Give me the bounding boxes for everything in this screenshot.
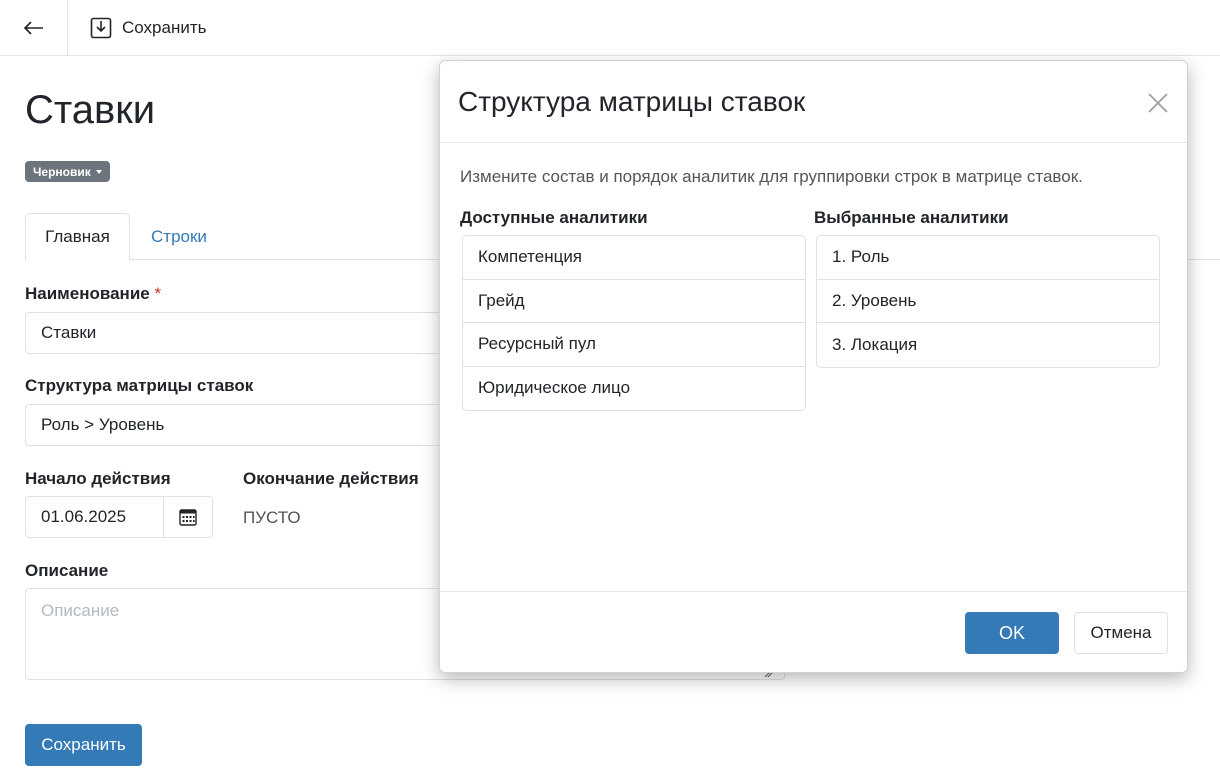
back-button[interactable]: [0, 0, 68, 55]
toolbar-save-label: Сохранить: [122, 18, 207, 37]
save-button[interactable]: Сохранить: [25, 724, 142, 766]
dialog-footer: OK Отмена: [440, 591, 1187, 673]
toolbar-save-button[interactable]: Сохранить: [90, 16, 206, 40]
tab-main[interactable]: Главная: [25, 213, 130, 261]
dialog-header: Структура матрицы ставок: [440, 61, 1187, 143]
description-label: Описание: [25, 561, 109, 580]
available-title: Доступные аналитики: [460, 208, 648, 227]
structure-label: Структура матрицы ставок: [25, 376, 254, 395]
available-item[interactable]: Грейд: [463, 279, 805, 323]
status-badge[interactable]: Черновик: [25, 161, 110, 182]
selected-item[interactable]: 1. Роль: [817, 236, 1159, 280]
end-date-value[interactable]: ПУСТО: [243, 508, 301, 528]
available-list: Компетенция Грейд Ресурсный пул Юридичес…: [462, 235, 806, 411]
tab-rows[interactable]: Строки: [151, 213, 207, 260]
dialog-title: Структура матрицы ставок: [458, 86, 806, 117]
selected-item[interactable]: 2. Уровень: [817, 279, 1159, 323]
selected-item[interactable]: 3. Локация: [817, 323, 1159, 367]
matrix-structure-dialog: Структура матрицы ставок Измените состав…: [439, 60, 1188, 673]
status-label: Черновик: [33, 164, 91, 179]
page-title: Ставки: [25, 88, 156, 132]
start-date-label: Начало действия: [25, 469, 171, 488]
start-date-value[interactable]: 01.06.2025: [26, 497, 163, 537]
calendar-icon: [179, 509, 197, 526]
cancel-button[interactable]: Отмена: [1074, 612, 1168, 654]
ok-button[interactable]: OK: [965, 612, 1059, 654]
close-icon[interactable]: [1146, 91, 1170, 115]
available-item[interactable]: Юридическое лицо: [463, 366, 805, 410]
name-label: Наименование *: [25, 284, 162, 303]
start-date-field[interactable]: 01.06.2025: [25, 496, 213, 538]
required-mark: *: [154, 284, 162, 303]
dialog-description: Измените состав и порядок аналитик для г…: [460, 167, 1083, 186]
arrow-left-icon: [23, 20, 43, 35]
calendar-button[interactable]: [163, 497, 212, 537]
selected-title: Выбранные аналитики: [814, 208, 1009, 227]
download-box-icon: [90, 17, 112, 39]
end-date-label: Окончание действия: [243, 469, 419, 488]
top-toolbar: Сохранить: [0, 0, 1220, 56]
available-item[interactable]: Компетенция: [463, 236, 805, 280]
caret-down-icon: [95, 169, 102, 174]
selected-list: 1. Роль 2. Уровень 3. Локация: [816, 235, 1160, 368]
available-item[interactable]: Ресурсный пул: [463, 323, 805, 367]
